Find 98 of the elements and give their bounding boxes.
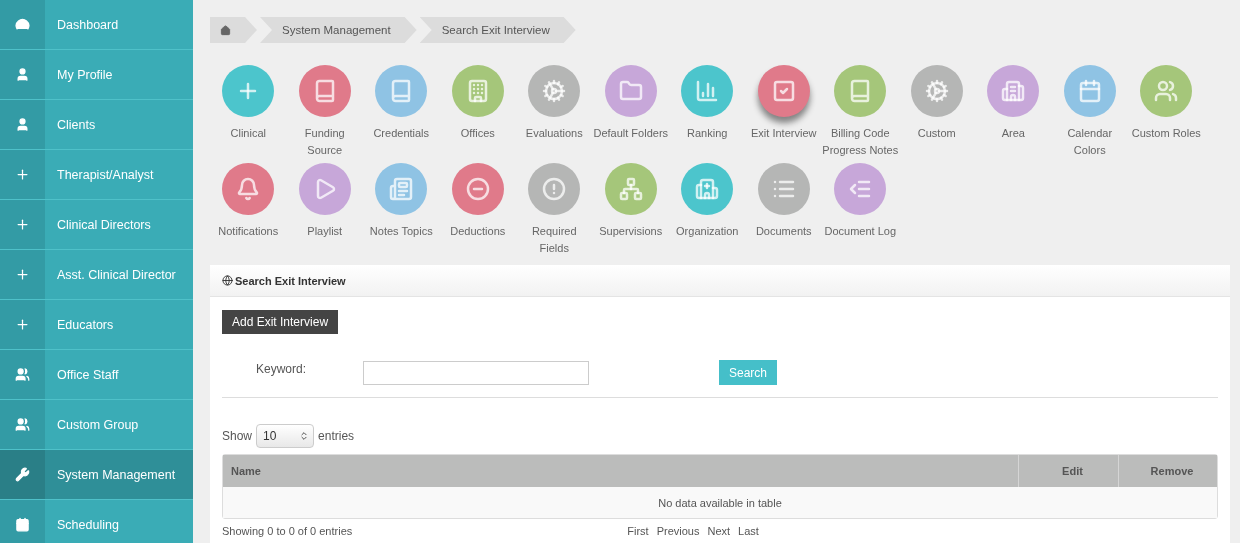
sidebar-item[interactable]: Custom Group	[0, 400, 193, 450]
entries-label: entries	[318, 429, 355, 443]
tile-button[interactable]	[528, 65, 581, 117]
hierarchy-icon	[618, 177, 643, 201]
sidebar-item[interactable]: Clients	[0, 100, 193, 150]
cog-icon	[924, 79, 949, 103]
tile-button[interactable]	[604, 163, 657, 215]
tile-button[interactable]	[604, 65, 657, 117]
tile-label: Organization	[675, 224, 740, 239]
building-icon	[1001, 79, 1026, 103]
tile-label: Deductions	[449, 224, 507, 239]
tile-button[interactable]	[757, 65, 810, 117]
sidebar-item[interactable]: Therapist/Analyst	[0, 150, 193, 200]
users-icon	[1154, 79, 1179, 103]
sidebar-item[interactable]: System Management	[0, 450, 193, 500]
breadcrumb-item[interactable]: System Management	[260, 17, 417, 43]
page-size-select[interactable]: 10	[256, 424, 315, 448]
tile-label: Calendar Colors	[1066, 126, 1114, 158]
pagination-link[interactable]: Next	[707, 525, 731, 537]
tile-button[interactable]	[451, 163, 504, 215]
hospital-icon	[695, 177, 720, 201]
tile-label: Supervisions	[598, 224, 664, 239]
home-breadcrumb[interactable]	[210, 17, 257, 43]
sidebar-item[interactable]: Dashboard	[0, 0, 193, 50]
tile-label: Documents	[754, 224, 813, 239]
folder-icon	[618, 79, 643, 103]
wrench-icon	[15, 467, 30, 482]
empty-message: No data available in table	[223, 487, 1217, 518]
plus-icon	[15, 217, 30, 232]
tile-button[interactable]	[987, 65, 1040, 117]
plus-icon	[15, 267, 30, 282]
updown-caret-icon	[299, 431, 310, 441]
tile-label: Notifications	[217, 224, 280, 239]
tile-label: Clinical	[229, 126, 267, 141]
cog-icon	[542, 79, 567, 103]
bar-chart-icon	[695, 79, 720, 103]
tile-button[interactable]	[1140, 65, 1193, 117]
bell-icon	[236, 177, 261, 201]
tile-label: Playlist	[306, 224, 344, 239]
tile-button[interactable]	[222, 163, 275, 215]
tile-label: Offices	[459, 126, 496, 141]
tile-button[interactable]	[1063, 65, 1116, 117]
tile-label: Funding Source	[303, 126, 346, 158]
tile-button[interactable]	[298, 65, 351, 117]
tile-label: Custom	[916, 126, 957, 141]
tile-button[interactable]	[375, 163, 428, 215]
user-icon	[15, 117, 30, 132]
tile-label: Default Folders	[592, 126, 669, 141]
home-icon	[220, 24, 231, 36]
pagination-link[interactable]: Last	[738, 525, 759, 537]
tile-button[interactable]	[681, 65, 734, 117]
keyword-label: Keyword:	[256, 362, 308, 376]
sidebar-item[interactable]: My Profile	[0, 50, 193, 100]
sidebar-item[interactable]: Scheduling	[0, 500, 193, 543]
breadcrumb-item[interactable]: Search Exit Interview	[419, 17, 576, 43]
sidebar-item[interactable]: Asst. Clinical Director	[0, 250, 193, 300]
keyword-field[interactable]	[363, 360, 589, 385]
pagination-link[interactable]: Previous	[656, 525, 700, 537]
minus-icon	[465, 177, 490, 201]
table-info: Showing 0 to 0 of 0 entries	[222, 525, 353, 537]
user-icon	[15, 67, 30, 82]
tile-label: Exit Interview	[750, 126, 818, 141]
tile-label: Notes Topics	[368, 224, 434, 239]
tile-label: Ranking	[686, 126, 729, 141]
sidebar-item[interactable]: Educators	[0, 300, 193, 350]
tile-label: Billing Code Progress Notes	[822, 126, 899, 158]
tile-button[interactable]	[298, 163, 351, 215]
add-button[interactable]: Add Exit Interview	[222, 310, 339, 334]
tile-button[interactable]	[222, 65, 275, 117]
checkbox-icon	[771, 79, 796, 103]
tile-button[interactable]	[375, 65, 428, 117]
users-icon	[15, 417, 30, 432]
tile-button[interactable]	[451, 65, 504, 117]
column-header: Name	[230, 464, 262, 479]
users-icon	[15, 367, 30, 382]
tile-label: Required Fields	[530, 224, 578, 256]
alert-icon	[542, 177, 567, 201]
plus-icon	[15, 317, 30, 332]
globe-icon	[222, 275, 233, 286]
tile-button[interactable]	[757, 163, 810, 215]
tile-button[interactable]	[834, 163, 887, 215]
show-label: Show	[222, 429, 253, 443]
sidebar-item[interactable]: Office Staff	[0, 350, 193, 400]
tile-button[interactable]	[528, 163, 581, 215]
list-icon	[389, 177, 414, 201]
tile-button[interactable]	[834, 65, 887, 117]
pagination-link[interactable]: First	[627, 525, 649, 537]
tile-button[interactable]	[681, 163, 734, 215]
tile-label: Evaluations	[524, 126, 584, 141]
plus-icon	[15, 167, 30, 182]
tile-label: Document Log	[823, 224, 897, 239]
tile-label: Credentials	[372, 126, 431, 141]
tile-label: Custom Roles	[1130, 126, 1202, 141]
panel-title: Search Exit Interview	[235, 274, 346, 287]
sidebar-item[interactable]: Clinical Directors	[0, 200, 193, 250]
tile-label: Area	[1000, 126, 1026, 141]
search-button[interactable]: Search	[719, 360, 778, 385]
tile-button[interactable]	[910, 65, 963, 117]
